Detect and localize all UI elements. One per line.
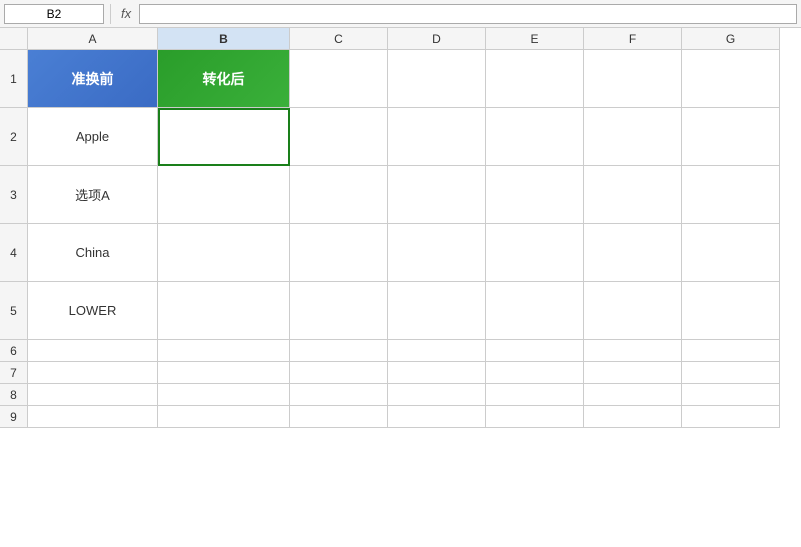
row-number-2: 2: [0, 108, 28, 166]
col-header-f[interactable]: F: [584, 28, 682, 50]
table-row: 9: [0, 406, 801, 428]
cell-g4[interactable]: [682, 224, 780, 282]
cell-f9[interactable]: [584, 406, 682, 428]
cell-d9[interactable]: [388, 406, 486, 428]
cell-e8[interactable]: [486, 384, 584, 406]
cell-d4[interactable]: [388, 224, 486, 282]
cell-e5[interactable]: [486, 282, 584, 340]
cell-e1[interactable]: [486, 50, 584, 108]
cell-c5[interactable]: [290, 282, 388, 340]
cell-d5[interactable]: [388, 282, 486, 340]
cell-b6[interactable]: [158, 340, 290, 362]
cell-f1[interactable]: [584, 50, 682, 108]
cell-a3[interactable]: 选项A: [28, 166, 158, 224]
table-row: 8: [0, 384, 801, 406]
cell-e7[interactable]: [486, 362, 584, 384]
cell-b4[interactable]: [158, 224, 290, 282]
row-number-4: 4: [0, 224, 28, 282]
cell-f5[interactable]: [584, 282, 682, 340]
row-number-5: 5: [0, 282, 28, 340]
corner-cell: [0, 28, 28, 50]
cell-f8[interactable]: [584, 384, 682, 406]
cell-d1[interactable]: [388, 50, 486, 108]
row-number-8: 8: [0, 384, 28, 406]
cell-c9[interactable]: [290, 406, 388, 428]
cell-a5[interactable]: LOWER: [28, 282, 158, 340]
table-row: 3 选项A: [0, 166, 801, 224]
table-row: 6: [0, 340, 801, 362]
row-number-9: 9: [0, 406, 28, 428]
cell-c6[interactable]: [290, 340, 388, 362]
row-number-7: 7: [0, 362, 28, 384]
row-number-6: 6: [0, 340, 28, 362]
cell-b1[interactable]: 转化后: [158, 50, 290, 108]
cell-b5[interactable]: [158, 282, 290, 340]
cell-g7[interactable]: [682, 362, 780, 384]
cell-c4[interactable]: [290, 224, 388, 282]
cell-g6[interactable]: [682, 340, 780, 362]
table-row: 1 准换前 转化后: [0, 50, 801, 108]
cell-e6[interactable]: [486, 340, 584, 362]
cell-a7[interactable]: [28, 362, 158, 384]
cell-b9[interactable]: [158, 406, 290, 428]
cell-f2[interactable]: [584, 108, 682, 166]
cell-a1[interactable]: 准换前: [28, 50, 158, 108]
table-row: 4 China: [0, 224, 801, 282]
cell-e2[interactable]: [486, 108, 584, 166]
table-row: 7: [0, 362, 801, 384]
formula-bar[interactable]: [139, 4, 797, 24]
row-number-1: 1: [0, 50, 28, 108]
cell-g3[interactable]: [682, 166, 780, 224]
cell-g5[interactable]: [682, 282, 780, 340]
cell-c2[interactable]: [290, 108, 388, 166]
column-headers: A B C D E F G: [0, 28, 801, 50]
col-header-a[interactable]: A: [28, 28, 158, 50]
cell-d6[interactable]: [388, 340, 486, 362]
toolbar: fx: [0, 0, 801, 28]
cell-g9[interactable]: [682, 406, 780, 428]
cell-d7[interactable]: [388, 362, 486, 384]
col-header-d[interactable]: D: [388, 28, 486, 50]
cell-g1[interactable]: [682, 50, 780, 108]
cell-f7[interactable]: [584, 362, 682, 384]
cell-c8[interactable]: [290, 384, 388, 406]
table-row: 2 Apple: [0, 108, 801, 166]
cell-b8[interactable]: [158, 384, 290, 406]
cell-a4[interactable]: China: [28, 224, 158, 282]
cell-g8[interactable]: [682, 384, 780, 406]
cell-a8[interactable]: [28, 384, 158, 406]
cell-e3[interactable]: [486, 166, 584, 224]
col-header-c[interactable]: C: [290, 28, 388, 50]
cell-b7[interactable]: [158, 362, 290, 384]
toolbar-separator: [110, 4, 111, 24]
spreadsheet: A B C D E F G 1 准换前 转化后 2 Apple: [0, 28, 801, 547]
cell-c1[interactable]: [290, 50, 388, 108]
fx-icon: fx: [117, 6, 135, 21]
cell-c7[interactable]: [290, 362, 388, 384]
cell-g2[interactable]: [682, 108, 780, 166]
cell-b2[interactable]: [158, 108, 290, 166]
name-box[interactable]: [4, 4, 104, 24]
table-row: 5 LOWER: [0, 282, 801, 340]
grid-body: 1 准换前 转化后 2 Apple 3 选项A: [0, 50, 801, 547]
cell-f6[interactable]: [584, 340, 682, 362]
cell-c3[interactable]: [290, 166, 388, 224]
col-header-e[interactable]: E: [486, 28, 584, 50]
cell-d8[interactable]: [388, 384, 486, 406]
row-number-3: 3: [0, 166, 28, 224]
col-header-b[interactable]: B: [158, 28, 290, 50]
cell-f4[interactable]: [584, 224, 682, 282]
cell-d2[interactable]: [388, 108, 486, 166]
cell-e9[interactable]: [486, 406, 584, 428]
cell-f3[interactable]: [584, 166, 682, 224]
cell-a9[interactable]: [28, 406, 158, 428]
cell-d3[interactable]: [388, 166, 486, 224]
cell-a6[interactable]: [28, 340, 158, 362]
col-header-g[interactable]: G: [682, 28, 780, 50]
cell-b3[interactable]: [158, 166, 290, 224]
cell-a2[interactable]: Apple: [28, 108, 158, 166]
cell-e4[interactable]: [486, 224, 584, 282]
